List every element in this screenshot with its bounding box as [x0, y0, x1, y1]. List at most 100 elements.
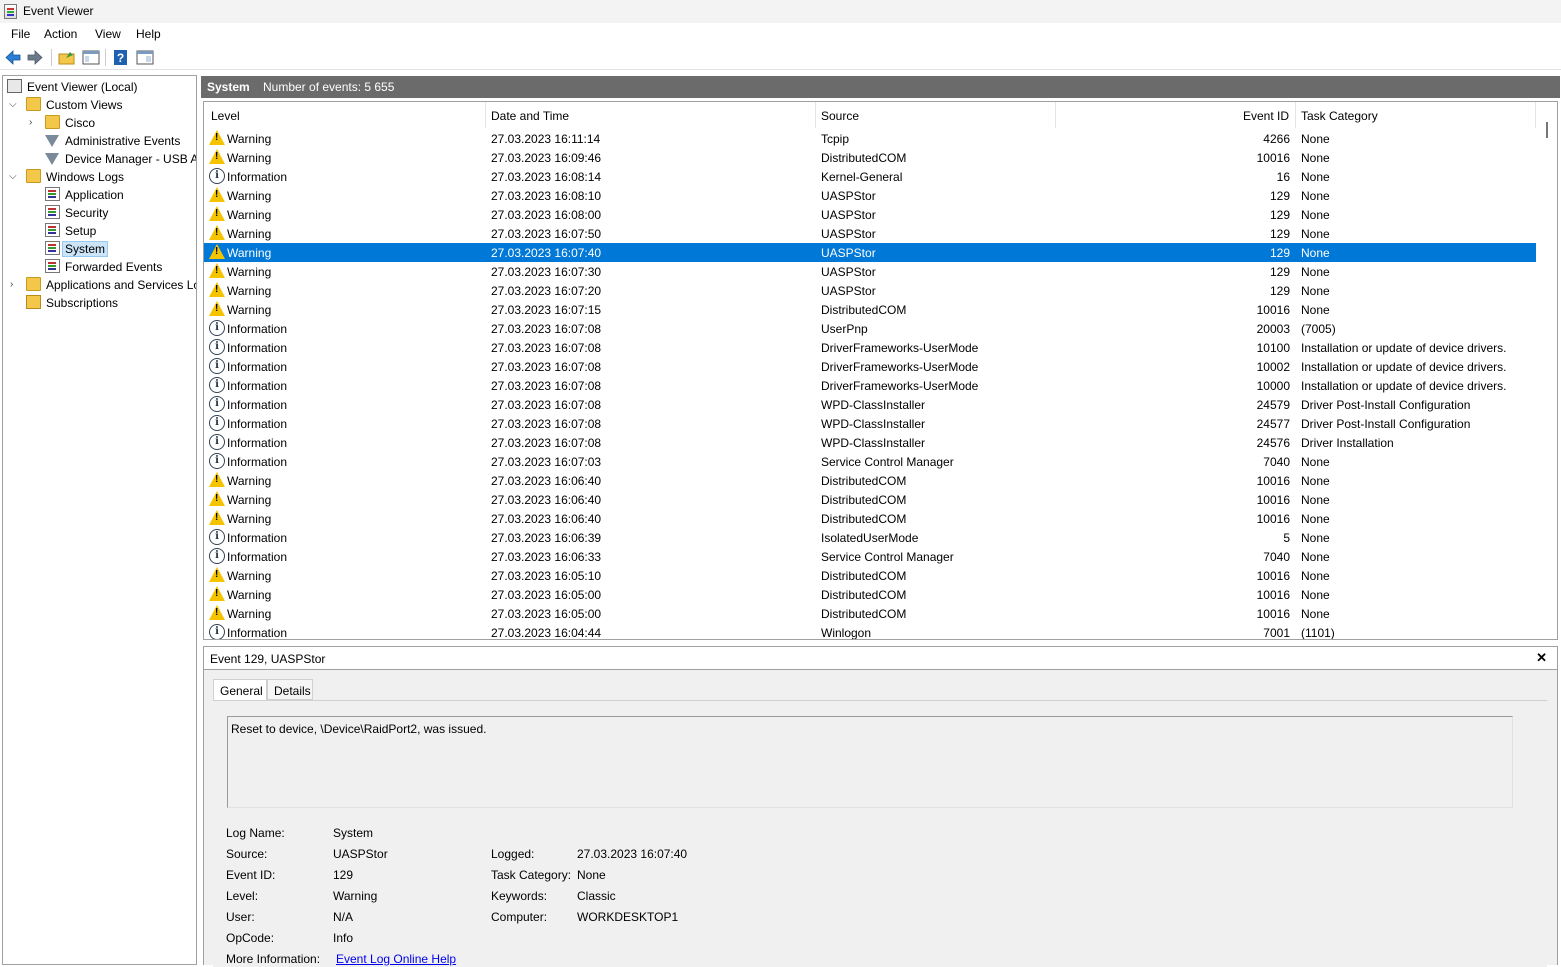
column-header-date[interactable]: Date and Time	[486, 102, 816, 128]
tree-node-label: Device Manager - USB At	[65, 152, 197, 166]
information-icon: i	[209, 168, 225, 184]
table-row[interactable]: i Information 27.03.2023 16:07:08 DriverFra…	[204, 357, 1536, 376]
tree-node-cisco[interactable]: › Cisco	[7, 114, 196, 132]
table-row[interactable]: Warning 27.03.2023 16:05:00 DistributedCOM…	[204, 604, 1536, 623]
tree-node-label: Event Viewer (Local)	[27, 80, 138, 94]
menu-view[interactable]: View	[95, 27, 121, 41]
warning-icon	[209, 567, 225, 582]
chevron-right-icon[interactable]: ›	[10, 279, 13, 290]
tree-node-applications-services[interactable]: › Applications and Services Lo	[7, 276, 196, 294]
table-row[interactable]: i Information 27.03.2023 16:07:08 WPD-Class…	[204, 395, 1536, 414]
table-row[interactable]: Warning 27.03.2023 16:07:20 UASPStor 129 Non…	[204, 281, 1536, 300]
chevron-down-icon[interactable]: ⌵	[9, 99, 17, 110]
tree-node-label: Administrative Events	[65, 134, 181, 148]
show-hide-tree-icon[interactable]	[82, 49, 100, 66]
table-row[interactable]: Warning 27.03.2023 16:06:40 DistributedCOM…	[204, 471, 1536, 490]
table-row[interactable]: Warning 27.03.2023 16:07:15 DistributedCOM…	[204, 300, 1536, 319]
table-row[interactable]: i Information 27.03.2023 16:07:08 WPD-Class…	[204, 414, 1536, 433]
menu-file[interactable]: File	[11, 27, 30, 41]
vertical-scrollbar[interactable]	[1538, 102, 1557, 639]
cell-level: Warning	[227, 607, 272, 621]
tab-details[interactable]: Details	[267, 679, 313, 700]
cell-level: Warning	[227, 474, 272, 488]
table-row[interactable]: Warning 27.03.2023 16:11:14 Tcpip 4266 None	[204, 129, 1536, 148]
cell-date-time: 27.03.2023 16:07:08	[491, 436, 602, 450]
cell-event-id: 10016	[1256, 303, 1290, 317]
cell-source: DriverFrameworks-UserMode	[821, 360, 979, 374]
cell-event-id: 129	[1269, 284, 1290, 298]
open-folder-icon[interactable]	[58, 49, 76, 66]
table-row[interactable]: Warning 27.03.2023 16:07:40 UASPStor 129 Non…	[204, 243, 1536, 262]
tree-node-subscriptions[interactable]: Subscriptions	[7, 294, 196, 312]
column-header-level[interactable]: Level	[204, 102, 486, 128]
warning-icon	[209, 491, 225, 506]
table-row[interactable]: Warning 27.03.2023 16:05:10 DistributedCOM…	[204, 566, 1536, 585]
cell-date-time: 27.03.2023 16:07:50	[491, 227, 602, 241]
cell-date-time: 27.03.2023 16:07:08	[491, 398, 602, 412]
event-message-box[interactable]: Reset to device, \Device\RaidPort2, was …	[227, 716, 1513, 808]
table-row[interactable]: Warning 27.03.2023 16:09:46 DistributedCOM…	[204, 148, 1536, 167]
help-icon[interactable]: ?	[112, 49, 130, 66]
column-header-task-category[interactable]: Task Category	[1296, 102, 1536, 128]
tree-node-application[interactable]: Application	[7, 186, 196, 204]
cell-date-time: 27.03.2023 16:05:00	[491, 588, 602, 602]
table-row[interactable]: Warning 27.03.2023 16:08:10 UASPStor 129 Non…	[204, 186, 1536, 205]
column-header-source[interactable]: Source	[816, 102, 1056, 128]
cell-task-category: Installation or update of device drivers…	[1301, 360, 1507, 374]
table-row[interactable]: i Information 27.03.2023 16:07:08 UserPnp 20…	[204, 319, 1536, 338]
tree-node-system[interactable]: System	[7, 240, 196, 258]
back-arrow-icon[interactable]	[4, 49, 22, 66]
scrollbar-thumb[interactable]	[1546, 122, 1548, 138]
cell-level: Information	[227, 322, 288, 336]
tab-general[interactable]: General	[213, 679, 267, 701]
cell-task-category: None	[1301, 246, 1330, 260]
tree-node-device-manager[interactable]: Device Manager - USB At	[7, 150, 197, 168]
cell-source: Winlogon	[821, 626, 872, 640]
tree-node-forwarded-events[interactable]: Forwarded Events	[7, 258, 196, 276]
value-level: Warning	[333, 889, 378, 903]
chevron-right-icon[interactable]: ›	[29, 117, 32, 128]
table-row[interactable]: i Information 27.03.2023 16:07:08 WPD-Class…	[204, 433, 1536, 452]
table-row[interactable]: i Information 27.03.2023 16:06:39 IsolatedU…	[204, 528, 1536, 547]
toolbar: ?	[0, 45, 1561, 70]
cell-date-time: 27.03.2023 16:07:03	[491, 455, 602, 469]
menu-help[interactable]: Help	[136, 27, 161, 41]
table-row[interactable]: Warning 27.03.2023 16:07:30 UASPStor 129 Non…	[204, 262, 1536, 281]
tree-node-security[interactable]: Security	[7, 204, 196, 222]
cell-task-category: None	[1301, 588, 1330, 602]
cell-source: UserPnp	[821, 322, 868, 336]
table-row[interactable]: Warning 27.03.2023 16:08:00 UASPStor 129 Non…	[204, 205, 1536, 224]
tree-node-setup[interactable]: Setup	[7, 222, 196, 240]
event-log-online-help-link[interactable]: Event Log Online Help	[336, 952, 456, 966]
tree-node-root[interactable]: Event Viewer (Local)	[7, 78, 196, 96]
cell-task-category: None	[1301, 493, 1330, 507]
close-icon[interactable]: ✕	[1536, 650, 1547, 666]
cell-level: Warning	[227, 132, 272, 146]
column-header-event-id[interactable]: Event ID	[1056, 102, 1296, 128]
table-row[interactable]: Warning 27.03.2023 16:07:50 UASPStor 129 Non…	[204, 224, 1536, 243]
general-tab-content: Reset to device, \Device\RaidPort2, was …	[213, 700, 1547, 967]
value-computer: WORKDESKTOP1	[577, 910, 679, 924]
tree-node-custom-views[interactable]: ⌵ Custom Views	[7, 96, 196, 114]
table-row[interactable]: Warning 27.03.2023 16:05:00 DistributedCOM…	[204, 585, 1536, 604]
cell-source: Service Control Manager	[821, 455, 954, 469]
table-row[interactable]: i Information 27.03.2023 16:06:33 Service C…	[204, 547, 1536, 566]
table-row[interactable]: i Information 27.03.2023 16:08:14 Kernel-Ge…	[204, 167, 1536, 186]
cell-date-time: 27.03.2023 16:07:08	[491, 322, 602, 336]
forward-arrow-icon[interactable]	[26, 49, 44, 66]
table-row[interactable]: i Information 27.03.2023 16:07:08 DriverFra…	[204, 338, 1536, 357]
show-hide-action-pane-icon[interactable]	[136, 49, 154, 66]
log-title: System	[207, 80, 250, 94]
table-row[interactable]: Warning 27.03.2023 16:06:40 DistributedCOM…	[204, 509, 1536, 528]
tree-node-windows-logs[interactable]: ⌵ Windows Logs	[7, 168, 196, 186]
table-row[interactable]: i Information 27.03.2023 16:04:44 Winlogon 7…	[204, 623, 1536, 640]
chevron-down-icon[interactable]: ⌵	[9, 171, 17, 182]
menu-action[interactable]: Action	[44, 27, 77, 41]
tree-node-administrative-events[interactable]: Administrative Events	[7, 132, 196, 150]
table-row[interactable]: i Information 27.03.2023 16:07:03 Service C…	[204, 452, 1536, 471]
menu-bar: File Action View Help	[0, 23, 1561, 45]
cell-event-id: 20003	[1256, 322, 1290, 336]
table-row[interactable]: i Information 27.03.2023 16:07:08 DriverFra…	[204, 376, 1536, 395]
table-row[interactable]: Warning 27.03.2023 16:06:40 DistributedCOM…	[204, 490, 1536, 509]
cell-date-time: 27.03.2023 16:06:33	[491, 550, 602, 564]
